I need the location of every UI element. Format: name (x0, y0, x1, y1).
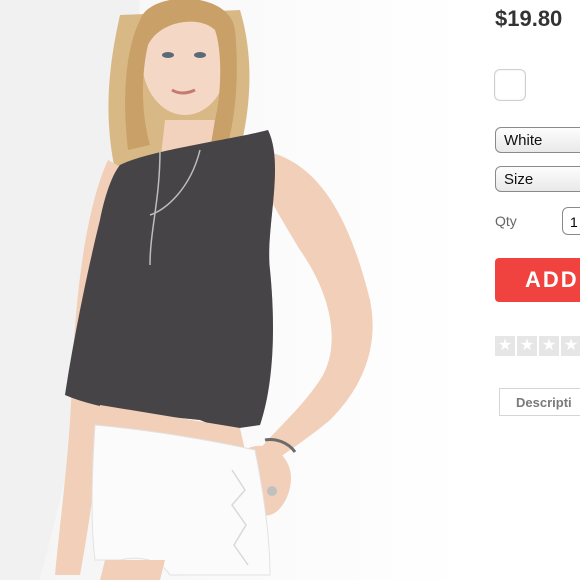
color-swatch-white[interactable] (494, 69, 526, 101)
star-icon[interactable]: ★ (495, 336, 515, 356)
product-photo (0, 0, 466, 580)
add-to-bag-button[interactable]: ADD (495, 258, 580, 302)
qty-input[interactable]: 1 (562, 207, 580, 235)
color-select[interactable]: White (495, 127, 580, 153)
product-details-panel: $19.80 White Size Qty 1 ADD ★ ★ ★ ★ ★ De… (466, 0, 580, 580)
star-icon[interactable]: ★ (539, 336, 559, 356)
qty-label: Qty (495, 213, 517, 229)
size-select[interactable]: Size (495, 166, 580, 192)
tab-description[interactable]: Descripti (499, 388, 580, 416)
price-label: $19.80 (495, 6, 563, 31)
model-illustration (0, 0, 373, 580)
star-icon[interactable]: ★ (517, 336, 537, 356)
star-icon[interactable]: ★ (561, 336, 580, 356)
rating-stars[interactable]: ★ ★ ★ ★ ★ (495, 336, 580, 356)
